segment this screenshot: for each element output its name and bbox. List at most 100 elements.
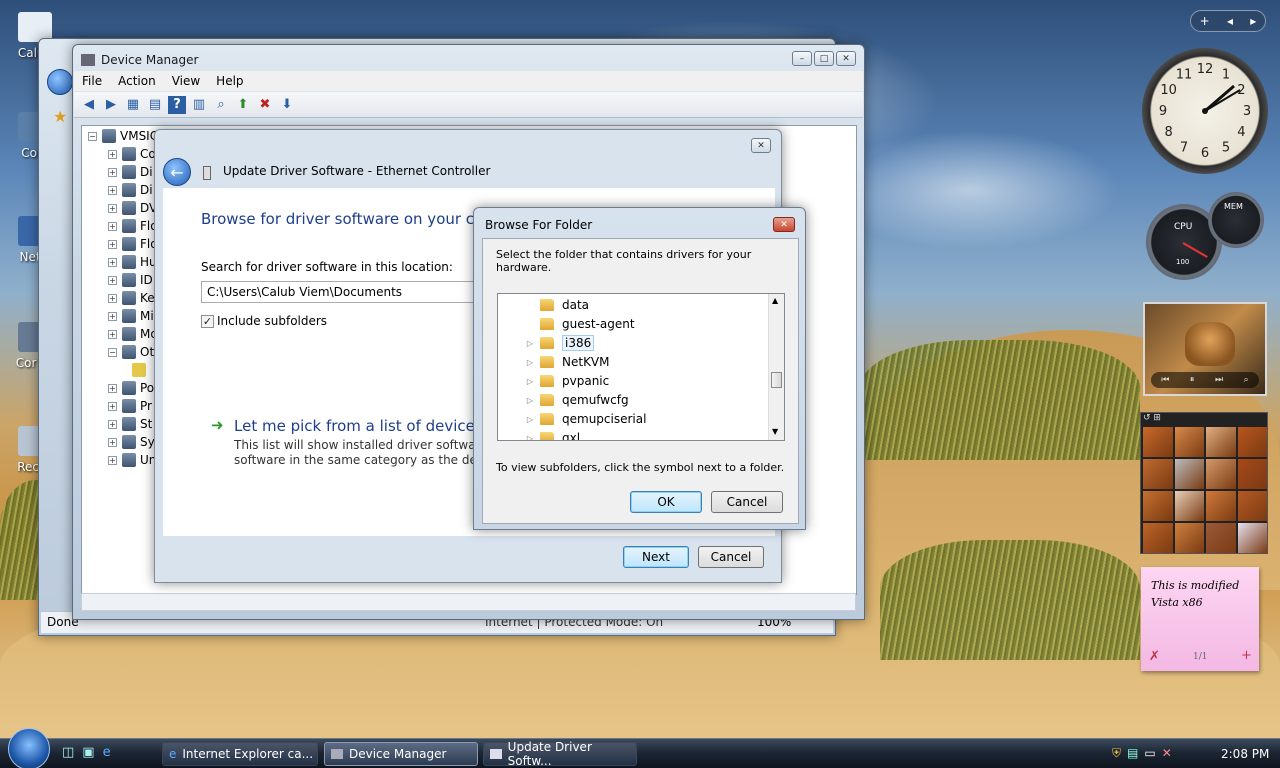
uninstall-icon[interactable]: ✖ (256, 96, 274, 114)
menu-action[interactable]: Action (110, 74, 164, 88)
driver-path-input[interactable]: C:\Users\Calub Viem\Documents (201, 281, 491, 303)
folder-tree-scrollbar[interactable]: ▲ ▼ (768, 294, 784, 440)
expand-triangle-icon[interactable]: ▷ (526, 415, 534, 424)
network-tray-icon[interactable]: ▤ (1127, 746, 1138, 761)
monitor-tray-icon[interactable]: ▭ (1144, 746, 1155, 761)
update-driver-back-button[interactable]: ← (163, 158, 191, 186)
expand-triangle-icon[interactable]: ▷ (526, 434, 534, 441)
puzzle-tile[interactable] (1206, 427, 1236, 457)
add-gadget-icon[interactable]: + (1200, 14, 1210, 28)
tree-item[interactable]: + Flo (108, 217, 158, 235)
cpu-meter-gadget[interactable]: CPU 100 MEM (1142, 192, 1270, 282)
add-note-icon[interactable]: + (1241, 648, 1252, 663)
view-icon[interactable]: ▥ (190, 96, 208, 114)
show-desktop-icon[interactable]: ◫ (62, 745, 74, 760)
tree-item[interactable]: + Di (108, 181, 153, 199)
tree-item[interactable] (132, 361, 150, 379)
puzzle-tile[interactable] (1143, 427, 1173, 457)
puzzle-tile[interactable] (1174, 459, 1204, 489)
maximize-button[interactable]: □ (814, 51, 834, 66)
slideshow-gadget[interactable]: ⏮ ⏸ ⏭ ⌕ (1143, 302, 1267, 396)
folder-item[interactable]: ▷ pvpanic (526, 372, 609, 390)
scroll-down-icon[interactable]: ▼ (772, 427, 778, 436)
disable-device-icon[interactable]: ⬇ (278, 96, 296, 114)
delete-note-icon[interactable]: ✗ (1149, 649, 1160, 664)
close-button[interactable]: ✕ (751, 138, 771, 153)
puzzle-tile[interactable] (1174, 491, 1204, 521)
puzzle-tile[interactable] (1237, 491, 1267, 521)
tree-item[interactable]: + Mi (108, 307, 154, 325)
tree-item[interactable]: + Pr (108, 397, 152, 415)
scroll-up-icon[interactable]: ▲ (772, 296, 778, 305)
tree-root[interactable]: − VMSIC (88, 127, 158, 145)
clock-gadget[interactable]: 12 1 2 3 4 5 6 7 8 9 10 11 (1142, 48, 1268, 174)
minimize-button[interactable]: – (792, 51, 812, 66)
previous-icon[interactable]: ◂ (1227, 14, 1233, 28)
tree-item[interactable]: + St (108, 415, 152, 433)
tree-item[interactable]: + DV (108, 199, 157, 217)
notes-gadget[interactable]: This is modified Vista x86 ✗ 1/1 + (1141, 567, 1259, 671)
update-driver-icon[interactable]: ⬆ (234, 96, 252, 114)
pause-icon[interactable]: ⏸ (1190, 375, 1195, 385)
tree-item[interactable]: + Sy (108, 433, 155, 451)
folder-item[interactable]: ▷ qxl (526, 429, 580, 441)
menu-file[interactable]: File (74, 74, 110, 88)
scan-hardware-icon[interactable]: ⌕ (212, 96, 230, 114)
puzzle-tile[interactable] (1174, 427, 1204, 457)
tree-item[interactable]: + Flo (108, 235, 158, 253)
previous-icon[interactable]: ⏮ (1161, 375, 1169, 385)
start-orb[interactable] (8, 728, 50, 768)
next-icon[interactable]: ⏭ (1215, 375, 1223, 385)
switch-windows-icon[interactable]: ▣ (82, 745, 94, 760)
menu-view[interactable]: View (164, 74, 208, 88)
view-icon[interactable]: ⌕ (1244, 375, 1249, 385)
task-internet-explorer[interactable]: e Internet Explorer ca... (162, 742, 318, 766)
tree-item[interactable]: + Mo (108, 325, 158, 343)
puzzle-tile[interactable] (1237, 427, 1267, 457)
expand-triangle-icon[interactable]: ▷ (526, 377, 534, 386)
close-button[interactable]: ✕ (773, 217, 795, 232)
folder-item[interactable]: ▷ qemupciserial (526, 410, 647, 428)
folder-item[interactable]: data (526, 296, 589, 314)
scroll-thumb[interactable] (771, 372, 782, 388)
folder-item[interactable]: ▷ qemufwcfg (526, 391, 629, 409)
tree-item[interactable]: + Co (108, 145, 156, 163)
taskbar-clock[interactable]: 2:08 PM (1221, 747, 1269, 761)
cancel-button[interactable]: Cancel (711, 491, 783, 513)
help-icon[interactable]: ? (168, 95, 186, 114)
task-device-manager[interactable]: Device Manager (324, 742, 478, 766)
tree-item[interactable]: + Ke (108, 289, 155, 307)
tree-item[interactable]: − Ot (108, 343, 154, 361)
puzzle-tile[interactable] (1143, 523, 1173, 553)
close-button[interactable]: ✕ (836, 51, 856, 66)
forward-arrow-icon[interactable]: ▶ (102, 96, 120, 114)
include-subfolders-checkbox[interactable]: ✓ (201, 315, 214, 328)
tree-item[interactable]: + Po (108, 379, 154, 397)
expand-triangle-icon[interactable]: ▷ (526, 339, 534, 348)
puzzle-tile[interactable] (1206, 523, 1236, 553)
tree-item[interactable]: + Hu (108, 253, 157, 271)
menu-help[interactable]: Help (208, 74, 251, 88)
expand-triangle-icon[interactable]: ▷ (526, 396, 534, 405)
puzzle-tile[interactable] (1206, 459, 1236, 489)
back-arrow-icon[interactable]: ◀ (80, 96, 98, 114)
tree-item[interactable]: + ID (108, 271, 153, 289)
ok-button[interactable]: OK (630, 491, 702, 513)
puzzle-tile[interactable] (1143, 491, 1173, 521)
puzzle-tile[interactable] (1206, 491, 1236, 521)
next-button[interactable]: Next (623, 546, 689, 568)
ie-back-button[interactable] (47, 69, 73, 95)
volume-muted-icon[interactable]: ✕ (1162, 746, 1172, 761)
properties-icon[interactable]: ▤ (146, 96, 164, 114)
puzzle-tile[interactable] (1174, 523, 1204, 553)
next-icon[interactable]: ▸ (1250, 14, 1256, 28)
puzzle-tile[interactable] (1143, 459, 1173, 489)
expand-triangle-icon[interactable]: ▷ (526, 358, 534, 367)
task-update-driver[interactable]: Update Driver Softw... (483, 740, 637, 768)
security-shield-icon[interactable]: ⛨ (1112, 746, 1121, 761)
cancel-button[interactable]: Cancel (698, 546, 764, 568)
puzzle-tile[interactable] (1237, 523, 1267, 553)
folder-item[interactable]: ▷ NetKVM (526, 353, 610, 371)
internet-explorer-icon[interactable]: e (103, 745, 111, 760)
folder-item[interactable]: guest-agent (526, 315, 635, 333)
